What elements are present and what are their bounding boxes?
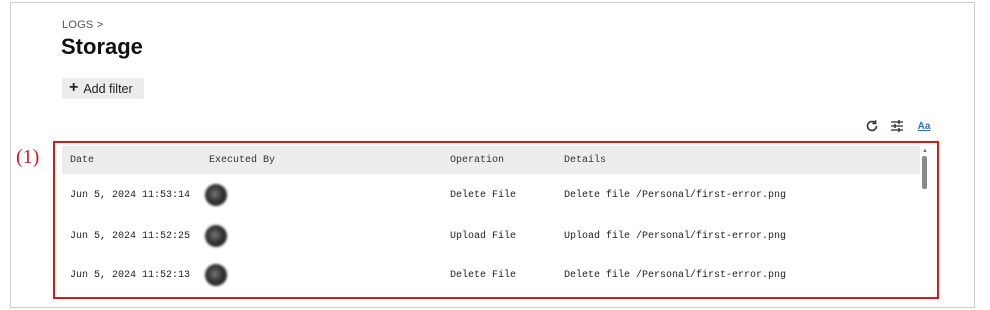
column-header-executed-by[interactable]: Executed By: [209, 155, 275, 166]
table-row[interactable]: Jun 5, 2024 11:52:25 Upload File Upload …: [62, 217, 920, 257]
row-details: Upload file /Personal/first-error.png: [564, 231, 787, 242]
font-size-icon[interactable]: Aa: [916, 118, 932, 134]
row-operation: Upload File: [450, 231, 517, 242]
avatar: [205, 264, 227, 286]
column-header-operation[interactable]: Operation: [450, 155, 504, 166]
executed-by-redacted: [232, 190, 422, 201]
table-header: Date Executed By Operation Details: [62, 146, 920, 174]
row-details: Delete file /Personal/first-error.png: [564, 270, 787, 281]
column-header-details[interactable]: Details: [564, 155, 606, 166]
log-table: Date Executed By Operation Details Jun 5…: [62, 146, 930, 296]
row-operation: Delete File: [450, 190, 517, 201]
annotation-label: (1): [16, 146, 40, 168]
row-operation: Delete File: [450, 270, 517, 281]
executed-by-redacted: [232, 270, 422, 281]
plus-icon: +: [69, 79, 79, 96]
add-filter-button[interactable]: + Add filter: [62, 78, 144, 99]
row-date: Jun 5, 2024 11:52:13: [70, 270, 191, 281]
column-settings-icon[interactable]: [889, 118, 905, 134]
scrollbar-thumb[interactable]: [922, 156, 927, 189]
row-date: Jun 5, 2024 11:53:14: [70, 190, 191, 201]
row-details: Delete file /Personal/first-error.png: [564, 190, 787, 201]
add-filter-label: Add filter: [83, 81, 133, 96]
avatar: [205, 225, 227, 247]
column-header-date[interactable]: Date: [70, 155, 94, 166]
table-row[interactable]: Jun 5, 2024 11:53:14 Delete File Delete …: [62, 176, 920, 216]
avatar: [205, 184, 227, 206]
page-title: Storage: [61, 34, 143, 59]
scroll-up-arrow-icon[interactable]: ▲: [921, 148, 929, 154]
table-toolbar: Aa: [864, 117, 932, 135]
executed-by-redacted: [232, 231, 422, 242]
breadcrumb[interactable]: LOGS >: [62, 19, 103, 31]
vertical-scrollbar[interactable]: ▲: [921, 148, 929, 294]
refresh-icon[interactable]: [864, 118, 880, 134]
row-date: Jun 5, 2024 11:52:25: [70, 231, 191, 242]
table-row[interactable]: Jun 5, 2024 11:52:13 Delete File Delete …: [62, 256, 920, 296]
